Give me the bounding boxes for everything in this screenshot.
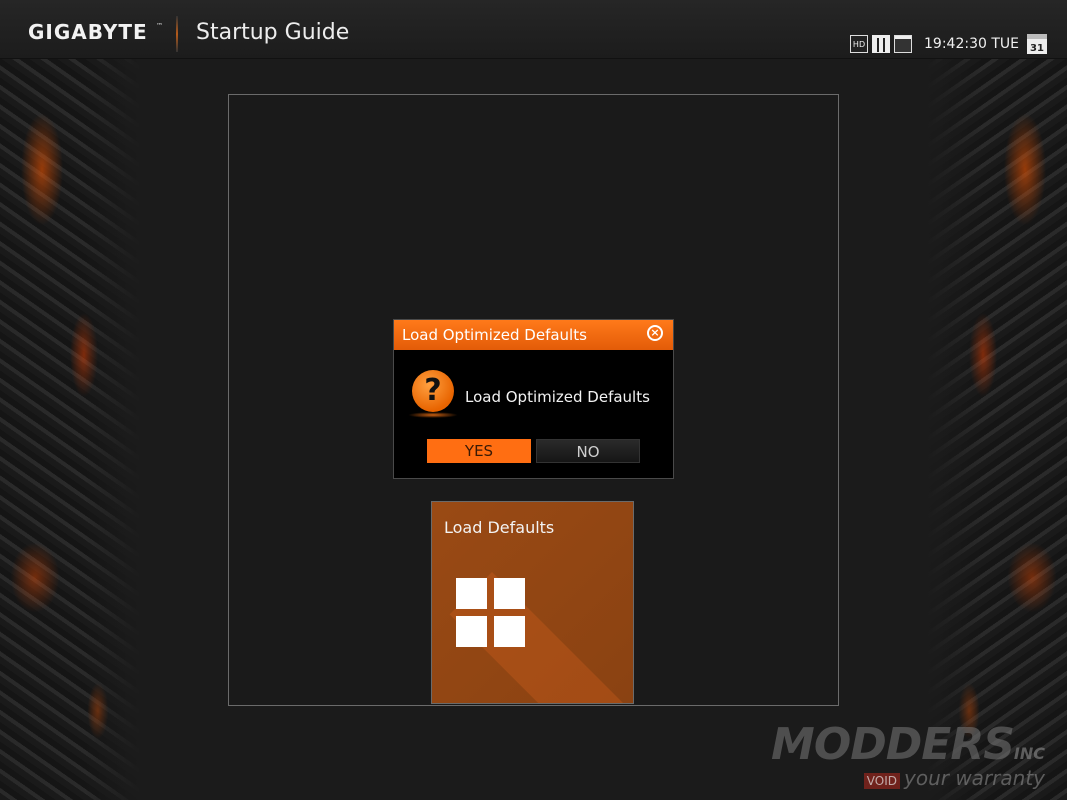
dialog-title: Load Optimized Defaults: [402, 326, 587, 344]
yes-button[interactable]: YES: [427, 439, 531, 463]
app-header: GIGABYTE ™ Startup Guide HD 19:42:30 TUE…: [0, 0, 1067, 59]
hd-icon-label: HD: [852, 39, 866, 49]
question-icon: ?: [412, 370, 454, 412]
brand-trademark: ™: [156, 22, 163, 30]
question-icon-glow: [408, 412, 458, 418]
calendar-icon[interactable]: 31: [1027, 34, 1047, 54]
clock: 19:42:30 TUE: [924, 36, 1019, 52]
page-title: Startup Guide: [196, 20, 350, 45]
brand-logo: GIGABYTE: [28, 20, 148, 44]
watermark-void: VOID: [863, 773, 900, 789]
dialog-message: Load Optimized Defaults: [465, 388, 650, 406]
grid-view-icon[interactable]: [872, 35, 891, 53]
lava-texture-left: [0, 58, 140, 800]
lava-texture-right: [927, 58, 1067, 800]
header-divider: [176, 16, 178, 52]
no-button[interactable]: NO: [536, 439, 640, 463]
system-tray: HD 19:42:30 TUE 31: [850, 34, 1047, 54]
load-optimized-defaults-dialog: Load Optimized Defaults × ? Load Optimiz…: [393, 319, 674, 479]
load-defaults-tile[interactable]: Load Defaults: [431, 501, 634, 704]
close-icon[interactable]: ×: [647, 325, 663, 341]
tile-label: Load Defaults: [444, 518, 555, 537]
dialog-header: Load Optimized Defaults ×: [394, 320, 673, 350]
calendar-day: 31: [1030, 43, 1044, 54]
window-view-icon[interactable]: [894, 35, 913, 53]
hd-icon[interactable]: HD: [850, 35, 869, 53]
windows-logo-icon: [456, 578, 526, 648]
